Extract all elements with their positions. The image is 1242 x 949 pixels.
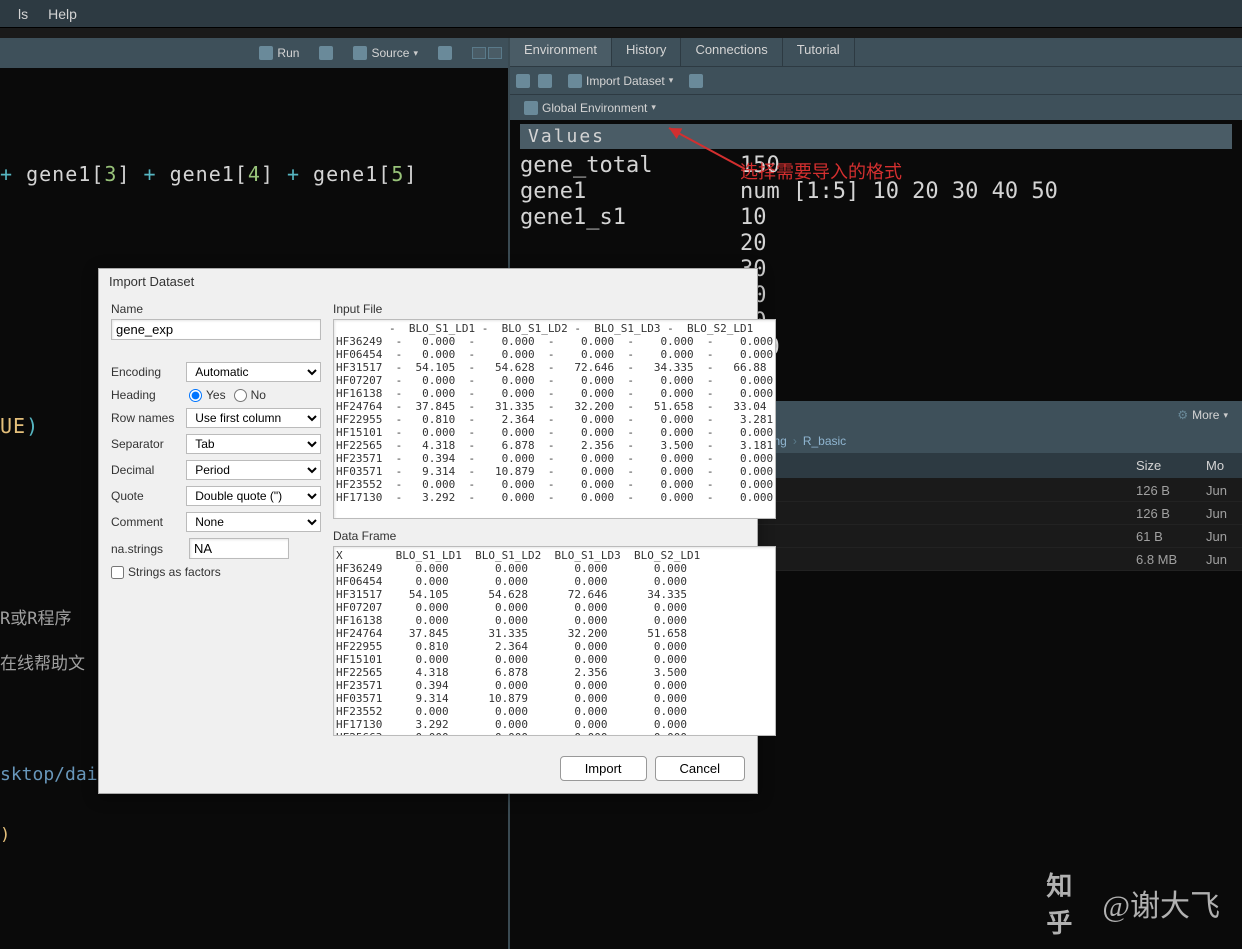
save-icon[interactable] — [538, 74, 552, 88]
more-button[interactable]: More — [1169, 406, 1236, 424]
outline-button[interactable] — [430, 44, 460, 62]
pane-controls — [472, 47, 502, 59]
scope-selector[interactable]: Global Environment — [516, 99, 664, 117]
import-label: Import Dataset — [586, 74, 665, 88]
rerun-button[interactable] — [311, 44, 341, 62]
heading-label: Heading — [111, 388, 181, 402]
decimal-label: Decimal — [111, 463, 178, 477]
import-dataset-button[interactable]: Import Dataset — [560, 72, 681, 90]
rerun-icon — [319, 46, 333, 60]
cancel-button[interactable]: Cancel — [655, 756, 745, 781]
run-icon — [259, 46, 273, 60]
gear-icon — [1177, 408, 1188, 422]
dialog-title: Import Dataset — [99, 269, 757, 294]
load-icon[interactable] — [516, 74, 530, 88]
decimal-select[interactable]: Period — [186, 460, 321, 480]
rownames-select[interactable]: Use first column — [186, 408, 321, 428]
run-label: Run — [277, 46, 299, 60]
env-header-values: Values — [520, 124, 1232, 149]
dataframe-label: Data Frame — [333, 529, 776, 543]
nastrings-label: na.strings — [111, 542, 181, 556]
encoding-label: Encoding — [111, 365, 178, 379]
sweep-icon[interactable] — [689, 74, 703, 88]
tab-tutorial[interactable]: Tutorial — [783, 38, 855, 66]
run-button[interactable]: Run — [251, 44, 307, 62]
source-button[interactable]: Source — [345, 44, 426, 62]
dataframe-preview[interactable]: X BLO_S1_LD1 BLO_S1_LD2 BLO_S1_LD3 BLO_S… — [333, 546, 776, 736]
heading-yes[interactable]: Yes — [189, 388, 226, 402]
outline-icon — [438, 46, 452, 60]
strings-factors-checkbox[interactable]: Strings as factors — [111, 565, 321, 579]
watermark-text: @谢大飞 — [1102, 881, 1220, 925]
name-label: Name — [111, 302, 321, 316]
menubar: ls Help — [0, 0, 1242, 28]
env-scope-bar: Global Environment — [510, 94, 1242, 120]
separator-select[interactable]: Tab — [186, 434, 321, 454]
minimize-icon[interactable] — [472, 47, 486, 59]
comment-label: Comment — [111, 515, 178, 529]
divider — [0, 28, 1242, 38]
col-size[interactable]: Size — [1136, 458, 1206, 473]
tab-history[interactable]: History — [612, 38, 681, 66]
inputfile-preview[interactable]: - BLO_S1_LD1 - BLO_S1_LD2 - BLO_S1_LD3 -… — [333, 319, 776, 519]
heading-no[interactable]: No — [234, 388, 266, 402]
name-input[interactable] — [111, 319, 321, 340]
globe-icon — [524, 101, 538, 115]
nastrings-input[interactable] — [189, 538, 289, 559]
import-icon — [568, 74, 582, 88]
import-dataset-dialog: Import Dataset Name Encoding Automatic He… — [98, 268, 758, 794]
import-button[interactable]: Import — [560, 756, 647, 781]
source-label: Source — [371, 46, 409, 60]
tab-environment[interactable]: Environment — [510, 38, 612, 66]
col-modified[interactable]: Mo — [1206, 458, 1236, 473]
editor-toolbar: Run Source — [0, 38, 508, 68]
rownames-label: Row names — [111, 411, 178, 425]
comment-select[interactable]: None — [186, 512, 321, 532]
encoding-select[interactable]: Automatic — [186, 362, 321, 382]
zhihu-logo-icon: 知乎 — [1046, 883, 1086, 923]
env-row[interactable]: gene1_s110 — [520, 205, 1232, 230]
scope-label: Global Environment — [542, 101, 647, 115]
more-label: More — [1192, 408, 1219, 422]
menu-tools[interactable]: ls — [8, 2, 38, 26]
separator-label: Separator — [111, 437, 178, 451]
bc-item[interactable]: R_basic — [803, 434, 846, 448]
env-tabs: Environment History Connections Tutorial — [510, 38, 1242, 66]
quote-select[interactable]: Double quote (") — [186, 486, 321, 506]
env-row[interactable]: 20 — [520, 231, 1232, 256]
menu-help[interactable]: Help — [38, 2, 87, 26]
inputfile-label: Input File — [333, 302, 776, 316]
env-row[interactable]: gene_total150 — [520, 153, 1232, 178]
code-line: + gene1[3] + gene1[4] + gene1[5] — [0, 162, 508, 186]
quote-label: Quote — [111, 489, 178, 503]
source-icon — [353, 46, 367, 60]
maximize-icon[interactable] — [488, 47, 502, 59]
tab-connections[interactable]: Connections — [681, 38, 782, 66]
env-row[interactable]: gene1num [1:5] 10 20 30 40 50 — [520, 179, 1232, 204]
watermark: 知乎 @谢大飞 — [1046, 881, 1220, 925]
env-toolbar: Import Dataset — [510, 66, 1242, 94]
console-tail: ) — [0, 825, 508, 845]
